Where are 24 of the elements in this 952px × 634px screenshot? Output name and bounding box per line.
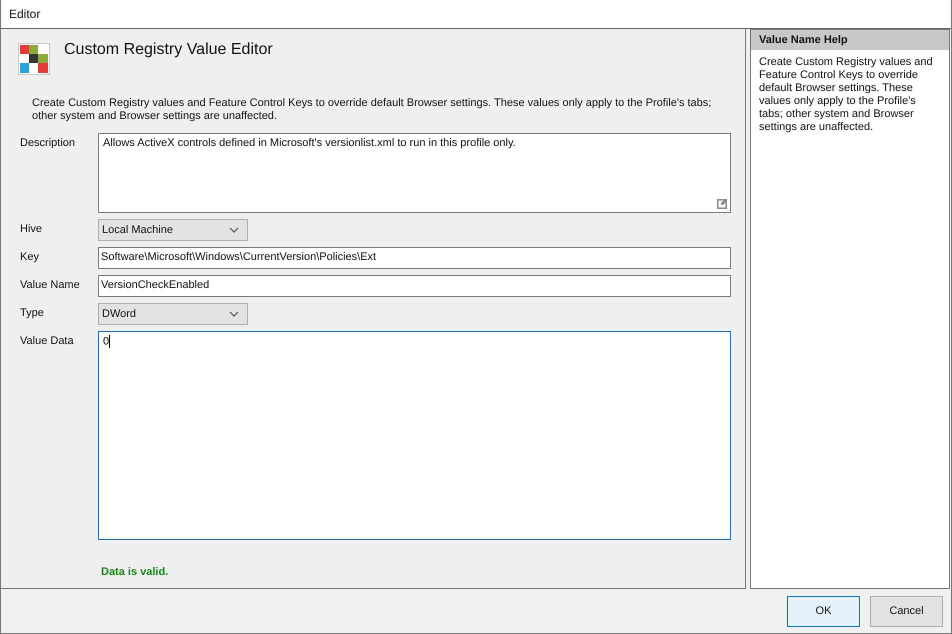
field-label: Description [20, 136, 76, 151]
field-label: Type [20, 306, 45, 321]
value-data-field[interactable]: 0 [98, 331, 731, 540]
grid-logo-icon [18, 43, 50, 75]
intro-text: Create Custom Registry values and Feature Control Keys to override default Browser settings. These values only apply to the Profile's tabs; other system and Browser settings are unaffected. [32, 97, 712, 123]
cancel-button[interactable]: Cancel [870, 596, 943, 626]
text-field[interactable]: Software\Microsoft\Windows\CurrentVersion\Policies\Ext [98, 247, 731, 269]
help-title: Value Name Help [751, 30, 949, 50]
ok-button[interactable]: OK [787, 596, 860, 626]
window-title: Editor [9, 7, 40, 21]
validation-message: Data is valid. [101, 566, 170, 578]
chevron-down-icon [229, 311, 239, 317]
help-text: Create Custom Registry values and Feature Control Keys to override default Browser settings. These values only apply to the Profile's tabs; other system and Browser settings are unaffected. [759, 56, 934, 134]
chevron-down-icon [229, 227, 239, 233]
field-label: Key [20, 250, 40, 265]
description-field[interactable]: Allows ActiveX controls defined in Microsoft's versionlist.xml to run in this profile only. [98, 133, 731, 213]
expand-icon[interactable] [716, 198, 728, 210]
text-field[interactable]: VersionCheckEnabled [98, 275, 731, 297]
dropdown[interactable]: DWord [98, 303, 248, 325]
editor-title: Custom Registry Value Editor [64, 41, 273, 59]
field-label: Value Name [20, 278, 81, 293]
field-label: Value Data [20, 334, 75, 349]
field-label: Hive [20, 222, 44, 237]
dropdown[interactable]: Local Machine [98, 219, 248, 241]
